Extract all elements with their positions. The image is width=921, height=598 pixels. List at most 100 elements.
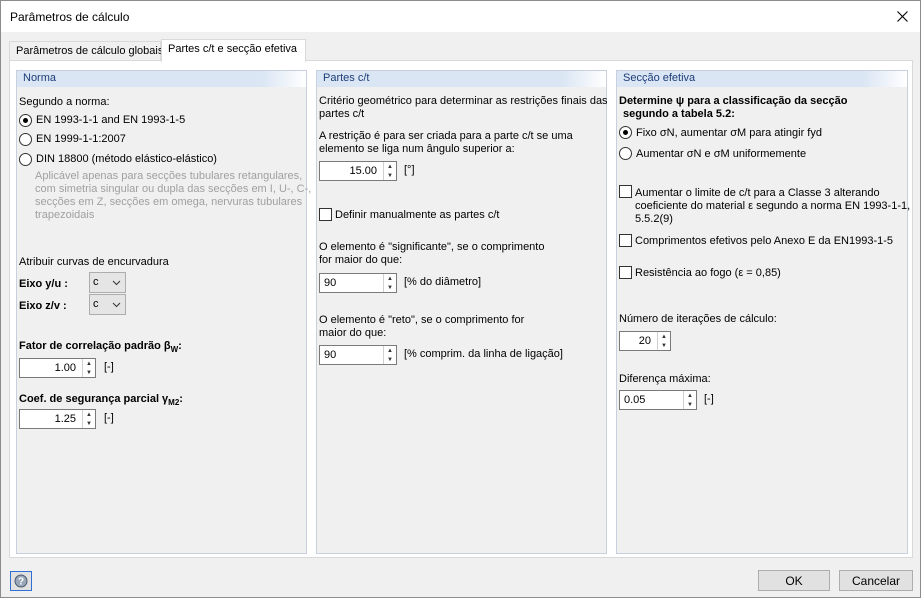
angle-unit: [°] <box>404 164 415 176</box>
coef-stepper[interactable]: 1.25 ▲ ▼ <box>19 409 96 429</box>
coef-label: Coef. de segurança parcial γM2: <box>19 393 183 408</box>
seccao-group: Secção efetiva Determine ψ para a classi… <box>616 70 911 554</box>
radio-en1999[interactable] <box>19 133 32 146</box>
diferenca-spin-buttons[interactable]: ▲ ▼ <box>683 391 696 409</box>
coef-subscript: M2 <box>168 398 180 408</box>
curvas-label: Atribuir curvas de encurvadura <box>19 256 169 268</box>
title-bar: Parâmetros de cálculo <box>1 1 920 32</box>
determine-line: segundo a tabela 5.2: <box>623 108 735 120</box>
tab-label: Partes c/t e secção efetiva <box>168 43 298 55</box>
radio-fixo[interactable] <box>619 126 632 139</box>
significante-line: for maior do que: <box>319 254 403 266</box>
reto-spin-buttons[interactable]: ▲ ▼ <box>383 346 396 364</box>
iteracoes-spin-buttons[interactable]: ▲ ▼ <box>657 332 670 350</box>
din-note-line: Aplicável apenas para secções tubulares … <box>35 170 303 182</box>
fator-label: Fator de correlação padrão βW: <box>19 340 182 355</box>
fator-value: 1.00 <box>54 362 76 374</box>
angle-spin-buttons[interactable]: ▲ ▼ <box>383 162 396 180</box>
eixo-y-label: Eixo y/u : <box>19 278 68 290</box>
tab-parametros-globais[interactable]: Parâmetros de cálculo globais <box>9 41 163 61</box>
coef-label-text: Coef. de segurança parcial γ <box>19 393 169 405</box>
significante-value: 90 <box>324 277 337 289</box>
aumentar-limite-line: Aumentar o limite de c/t para a Classe 3… <box>635 187 880 199</box>
spin-down-icon[interactable]: ▼ <box>384 355 396 364</box>
iteracoes-value: 20 <box>638 335 651 347</box>
angle-stepper[interactable]: 15.00 ▲ ▼ <box>319 161 397 181</box>
ok-button[interactable]: OK <box>758 570 830 591</box>
spin-up-icon[interactable]: ▲ <box>684 391 696 400</box>
spin-down-icon[interactable]: ▼ <box>83 419 95 428</box>
radio-en1999-label: EN 1999-1-1:2007 <box>36 133 126 145</box>
comprimentos-checkbox[interactable] <box>619 234 632 247</box>
criterio-line: partes c/t <box>319 108 365 120</box>
spin-up-icon[interactable]: ▲ <box>384 274 396 283</box>
partes-group: Partes c/t Critério geométrico para dete… <box>316 70 608 554</box>
spin-up-icon[interactable]: ▲ <box>384 346 396 355</box>
reto-value: 90 <box>324 349 337 361</box>
reto-unit: [% comprim. da linha de ligação] <box>404 348 563 360</box>
angle-value: 15.00 <box>349 165 377 177</box>
partes-header: Partes c/t <box>317 71 606 87</box>
chevron-down-icon <box>112 280 121 286</box>
spin-up-icon[interactable]: ▲ <box>658 332 670 341</box>
aumentar-limite-line: coeficiente do material ε segundo a norm… <box>635 200 911 212</box>
norma-header: Norma <box>17 71 306 87</box>
diferenca-stepper[interactable]: 0.05 ▲ ▼ <box>619 390 697 410</box>
close-icon <box>896 11 908 22</box>
restricao-line: elemento se liga num ângulo superior a: <box>319 143 515 155</box>
norma-group: Norma Segundo a norma: EN 1993-1-1 and E… <box>16 70 311 554</box>
fator-spin-buttons[interactable]: ▲ ▼ <box>82 359 95 377</box>
spin-up-icon[interactable]: ▲ <box>384 162 396 171</box>
dialog-window: Parâmetros de cálculo Parâmetros de cálc… <box>0 0 921 598</box>
eixo-y-select[interactable]: c <box>89 272 126 293</box>
cancel-button[interactable]: Cancelar <box>839 570 913 591</box>
close-button[interactable] <box>884 1 920 32</box>
significante-stepper[interactable]: 90 ▲ ▼ <box>319 273 397 293</box>
radio-aumentar-label: Aumentar σN e σM uniformemente <box>636 148 807 160</box>
radio-en1993[interactable] <box>19 114 32 127</box>
radio-aumentar[interactable] <box>619 147 632 160</box>
radio-en1993-label: EN 1993-1-1 and EN 1993-1-5 <box>36 114 186 126</box>
spin-down-icon[interactable]: ▼ <box>384 171 396 180</box>
iteracoes-label: Número de iterações de cálculo: <box>619 313 777 325</box>
segundo-label: Segundo a norma: <box>19 96 110 108</box>
tab-panel: Norma Segundo a norma: EN 1993-1-1 and E… <box>9 60 913 558</box>
reto-line: O elemento é "reto", se o comprimento fo… <box>319 314 525 326</box>
help-button[interactable]: ? <box>10 571 32 591</box>
significante-line: O elemento é "significante", se o compri… <box>319 241 545 253</box>
fator-label-text: Fator de correlação padrão β <box>19 340 171 352</box>
significante-unit: [% do diâmetro] <box>404 276 482 288</box>
spin-down-icon[interactable]: ▼ <box>658 341 670 350</box>
radio-din18800-label: DIN 18800 (método elástico-elástico) <box>36 153 217 165</box>
chevron-down-icon <box>112 302 121 308</box>
significante-spin-buttons[interactable]: ▲ ▼ <box>383 274 396 292</box>
din-note-line: trapezoidais <box>35 209 95 221</box>
definir-checkbox[interactable] <box>319 208 332 221</box>
resistencia-label: Resistência ao fogo (ε = 0,85) <box>635 267 781 279</box>
spin-down-icon[interactable]: ▼ <box>684 400 696 409</box>
determine-line: Determine ψ para a classificação da secç… <box>619 95 848 107</box>
window-title: Parâmetros de cálculo <box>10 10 130 24</box>
eixo-z-select[interactable]: c <box>89 294 126 315</box>
diferenca-label: Diferença máxima: <box>619 373 711 385</box>
eixo-y-value: c <box>93 276 99 288</box>
iteracoes-stepper[interactable]: 20 ▲ ▼ <box>619 331 671 351</box>
resistencia-checkbox[interactable] <box>619 266 632 279</box>
aumentar-limite-checkbox[interactable] <box>619 185 632 198</box>
tab-partes-ct[interactable]: Partes c/t e secção efetiva <box>161 39 306 62</box>
fator-stepper[interactable]: 1.00 ▲ ▼ <box>19 358 96 378</box>
fator-subscript: W <box>170 345 179 355</box>
spin-up-icon[interactable]: ▲ <box>83 410 95 419</box>
definir-label: Definir manualmente as partes c/t <box>335 209 500 221</box>
radio-fixo-label: Fixo σN, aumentar σM para atingir fyd <box>636 127 822 139</box>
fator-unit: [-] <box>104 361 114 373</box>
spin-down-icon[interactable]: ▼ <box>384 283 396 292</box>
coef-value: 1.25 <box>54 413 76 425</box>
din-note-line: secções em Z, secções em omega, nervuras… <box>35 196 303 208</box>
reto-stepper[interactable]: 90 ▲ ▼ <box>319 345 397 365</box>
eixo-z-value: c <box>93 298 99 310</box>
radio-din18800[interactable] <box>19 153 32 166</box>
spin-up-icon[interactable]: ▲ <box>83 359 95 368</box>
spin-down-icon[interactable]: ▼ <box>83 368 95 377</box>
coef-spin-buttons[interactable]: ▲ ▼ <box>82 410 95 428</box>
